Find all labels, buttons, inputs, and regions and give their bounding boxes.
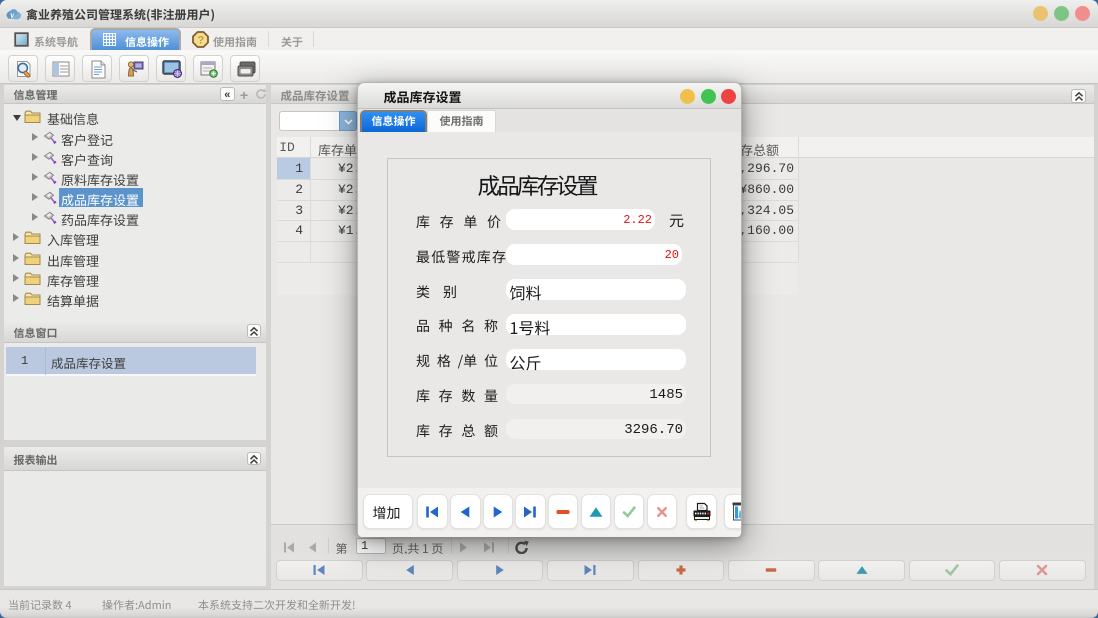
svg-text:?: ? bbox=[198, 35, 205, 47]
